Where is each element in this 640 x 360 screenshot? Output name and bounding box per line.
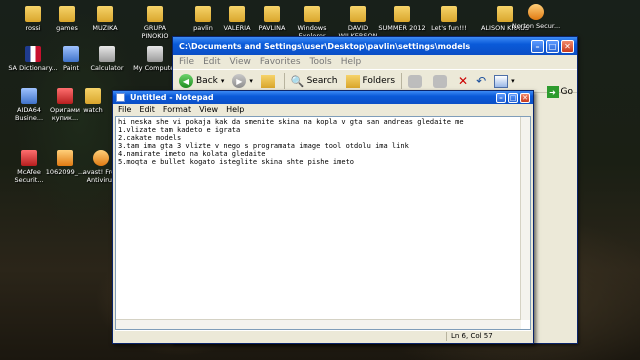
menu-view[interactable]: View <box>199 105 218 114</box>
forward-button[interactable]: ▶ ▾ <box>232 74 253 88</box>
dictionary-icon <box>25 46 41 62</box>
folder-icon <box>229 6 245 22</box>
folder-icon <box>97 6 113 22</box>
notepad-title: Untitled - Notepad <box>130 93 214 102</box>
notepad-window: Untitled - Notepad – □ ✕ File Edit Forma… <box>112 90 534 344</box>
close-button[interactable]: ✕ <box>520 92 530 103</box>
move-to-button[interactable] <box>408 74 425 88</box>
move-to-icon <box>408 74 423 88</box>
text-line: 3.tam ima gta 3 vlizte v nego s programa… <box>118 142 409 150</box>
menu-help[interactable]: Help <box>341 57 362 67</box>
menu-edit[interactable]: Edit <box>203 57 220 67</box>
views-icon <box>494 74 509 88</box>
desktop-icon-watch[interactable]: watch <box>68 88 118 114</box>
undo-button[interactable]: ↶ <box>476 74 486 88</box>
delete-x-icon: ✕ <box>458 74 469 88</box>
text-line: 5.moqta e bullet kogato isteglite skina … <box>118 158 355 166</box>
notepad-text-area[interactable]: hi neska she vi pokaja kak da smenite sk… <box>115 116 531 330</box>
desktop-icon-windows-explorer[interactable]: Windows Explorer <box>287 6 337 40</box>
folder-icon <box>147 6 163 22</box>
folder-icon <box>350 6 366 22</box>
menu-help[interactable]: Help <box>226 105 244 114</box>
desktop-icon-lets-fun[interactable]: Let's fun!!! <box>424 6 474 32</box>
folder-icon <box>59 6 75 22</box>
search-button[interactable]: 🔍 Search <box>291 75 338 88</box>
search-icon: 🔍 <box>290 74 305 88</box>
norton-icon <box>528 4 544 20</box>
folder-icon <box>195 6 211 22</box>
toolbar-separator <box>283 73 285 89</box>
desktop-icon-calculator[interactable]: Calculator <box>82 46 132 72</box>
computer-icon <box>147 46 163 62</box>
menu-tools[interactable]: Tools <box>310 57 332 67</box>
maximize-button[interactable]: □ <box>546 39 559 53</box>
text-line: 4.namirate imeto na kolata gledaite <box>118 150 266 158</box>
go-button[interactable]: ➜ Go <box>546 86 573 98</box>
delete-button[interactable]: ✕ <box>458 74 468 88</box>
close-button[interactable]: ✕ <box>561 39 574 53</box>
mcafee-icon <box>21 150 37 166</box>
desktop-icon-summer-2012[interactable]: SUMMER 2012 <box>377 6 427 32</box>
explorer-menubar: File Edit View Favorites Tools Help <box>173 55 577 69</box>
desktop-icon-grupa-pinokio[interactable]: GRUPA PINOKIO <box>130 6 180 40</box>
notepad-statusbar: Ln 6, Col 57 <box>115 330 531 342</box>
folder-icon <box>85 88 101 104</box>
notepad-titlebar[interactable]: Untitled - Notepad – □ ✕ <box>113 91 533 104</box>
minimize-button[interactable]: – <box>531 39 544 53</box>
menu-view[interactable]: View <box>230 57 251 67</box>
back-button[interactable]: ◀ Back ▾ <box>179 74 224 88</box>
up-folder-button[interactable] <box>260 74 278 88</box>
copy-to-icon <box>433 74 448 88</box>
views-button[interactable]: ▾ <box>494 74 515 88</box>
cursor-position: Ln 6, Col 57 <box>446 332 531 341</box>
folder-icon <box>25 6 41 22</box>
notepad-menubar: File Edit Format View Help <box>113 104 533 115</box>
desktop-icon-muzika[interactable]: MUZIKA <box>80 6 130 32</box>
notepad-text[interactable]: hi neska she vi pokaja kak da smenite sk… <box>118 118 518 319</box>
avast-icon <box>93 150 109 166</box>
maximize-button[interactable]: □ <box>508 92 518 103</box>
toolbar-separator <box>401 73 403 89</box>
up-folder-icon <box>260 74 275 88</box>
folder-icon <box>441 6 457 22</box>
go-arrow-icon: ➜ <box>546 86 559 98</box>
explorer-titlebar[interactable]: C:\Documents and Settings\user\Desktop\p… <box>173 37 577 55</box>
chevron-down-icon: ▾ <box>249 77 253 85</box>
back-arrow-icon: ◀ <box>179 74 193 88</box>
text-line: hi neska she vi pokaja kak da smenite sk… <box>118 118 464 126</box>
copy-to-button[interactable] <box>433 74 450 88</box>
paint-icon <box>63 46 79 62</box>
explorer-title: C:\Documents and Settings\user\Desktop\p… <box>179 41 471 51</box>
folders-button[interactable]: Folders <box>345 74 395 88</box>
undo-icon: ↶ <box>476 74 487 88</box>
vertical-scrollbar[interactable] <box>520 117 530 320</box>
text-line: 2.cakate models <box>118 134 182 142</box>
explorer-icon <box>304 6 320 22</box>
image-icon <box>57 150 73 166</box>
folder-icon <box>264 6 280 22</box>
menu-favorites[interactable]: Favorites <box>260 57 301 67</box>
folders-icon <box>345 74 360 88</box>
horizontal-scrollbar[interactable] <box>116 319 521 329</box>
chevron-down-icon: ▾ <box>511 77 515 85</box>
chevron-down-icon: ▾ <box>220 77 225 85</box>
minimize-button[interactable]: – <box>496 92 506 103</box>
menu-file[interactable]: File <box>179 57 194 67</box>
desktop-icon-david-wilkerson[interactable]: DAVID WILKERSON <box>333 6 383 40</box>
desktop-icon-norton[interactable]: Norton Secur... <box>511 4 561 30</box>
text-line: 1.vlizate tam kadeto e igrata <box>118 126 241 134</box>
notepad-app-icon <box>116 93 125 102</box>
folder-icon <box>394 6 410 22</box>
menu-file[interactable]: File <box>118 105 131 114</box>
menu-format[interactable]: Format <box>163 105 191 114</box>
calculator-icon <box>99 46 115 62</box>
forward-arrow-icon: ▶ <box>232 74 247 88</box>
aida64-icon <box>21 88 37 104</box>
menu-edit[interactable]: Edit <box>139 105 155 114</box>
